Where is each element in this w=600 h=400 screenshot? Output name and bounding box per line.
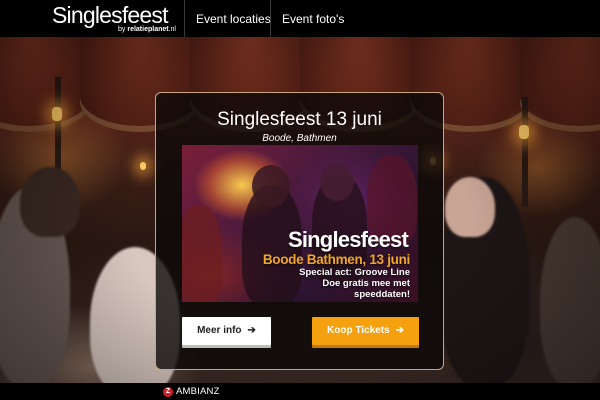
- nav-divider: [184, 0, 185, 37]
- buy-tickets-label: Koop Tickets: [327, 325, 390, 336]
- poster-speeddate-line: Doe gratis mee met: [322, 278, 410, 289]
- event-modal: Singlesfeest 13 juni Boode, Bathmen Sing…: [155, 92, 444, 370]
- logo-text: Singlesfeest: [52, 2, 169, 28]
- more-info-button[interactable]: Meer info ➔: [182, 317, 271, 345]
- event-location: Boode, Bathmen: [262, 133, 337, 144]
- top-navigation-bar: Singlesfeest by relatieplanet.nl Event l…: [0, 0, 600, 37]
- site-logo[interactable]: Singlesfeest by relatieplanet.nl: [52, 3, 178, 35]
- poster-date-line: Boode Bathmen, 13 juni: [262, 252, 410, 267]
- arrow-right-icon: ➔: [247, 325, 256, 336]
- event-poster-image: Singlesfeest Boode Bathmen, 13 juni Spec…: [182, 145, 418, 302]
- ambianz-brand[interactable]: AMBIANZ: [176, 386, 220, 397]
- ambianz-logo-icon: Z: [163, 387, 173, 397]
- poster-title: Singlesfeest: [287, 227, 409, 252]
- nav-divider: [270, 0, 271, 37]
- footer-bar: Z AMBIANZ: [0, 383, 600, 400]
- logo-subtitle: by relatieplanet.nl: [118, 26, 176, 33]
- poster-special-act: Special act: Groove Line: [299, 267, 410, 278]
- nav-item-event-locaties[interactable]: Event locaties: [196, 12, 271, 26]
- poster-speeddate-line-2: speeddaten!: [354, 289, 410, 300]
- nav-item-event-fotos[interactable]: Event foto's: [282, 12, 344, 26]
- event-title: Singlesfeest 13 juni: [217, 109, 382, 130]
- more-info-label: Meer info: [197, 325, 242, 336]
- buy-tickets-button[interactable]: Koop Tickets ➔: [312, 317, 419, 345]
- arrow-right-icon: ➔: [395, 325, 404, 336]
